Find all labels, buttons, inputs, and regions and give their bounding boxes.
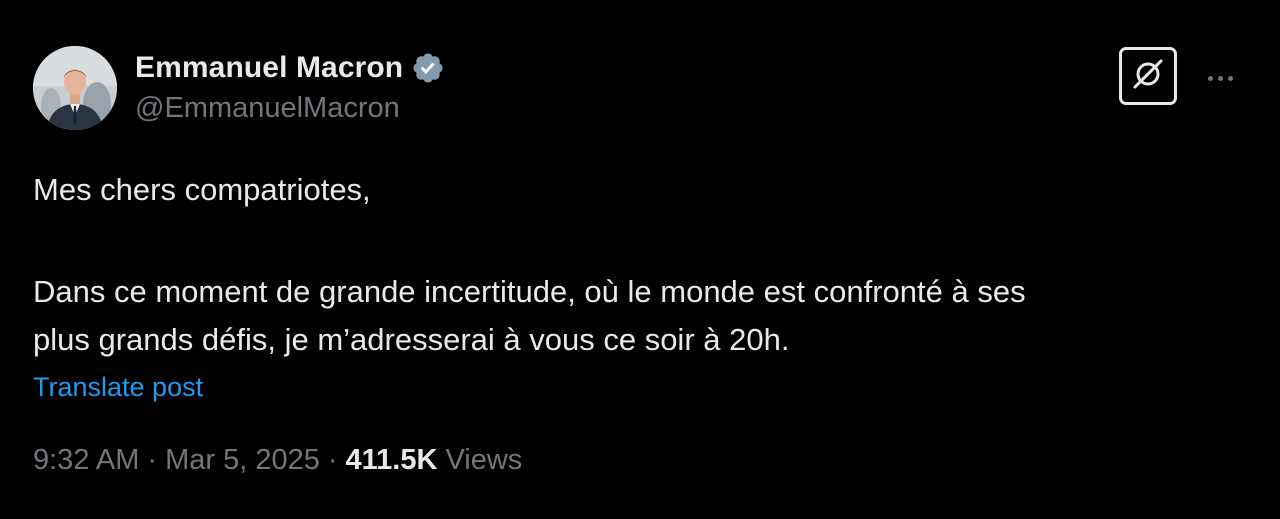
author-handle[interactable]: @EmmanuelMacron xyxy=(135,92,400,125)
meta-separator: · xyxy=(147,444,158,476)
grok-button[interactable] xyxy=(1119,47,1177,105)
grok-icon xyxy=(1130,56,1166,97)
verified-badge-icon[interactable] xyxy=(411,51,445,85)
more-options-icon-dot xyxy=(1227,75,1233,81)
post-meta: 9:32 AM · Mar 5, 2025 · 411.5K Views xyxy=(33,444,522,477)
post-card: Emmanuel Macron @EmmanuelMacron Mes cher… xyxy=(0,0,1280,519)
views-label: Views xyxy=(445,444,523,476)
author-display-name[interactable]: Emmanuel Macron xyxy=(135,51,403,85)
post-text-greeting: Mes chers compatriotes, xyxy=(33,172,371,207)
post-text-line: Dans ce moment de grande incertitude, où… xyxy=(33,274,1026,309)
post-date[interactable]: Mar 5, 2025 xyxy=(165,444,320,477)
avatar-image xyxy=(33,46,117,130)
meta-separator: · xyxy=(327,444,338,476)
more-options-icon xyxy=(1207,75,1213,81)
translate-post-link[interactable]: Translate post xyxy=(33,372,203,403)
post-text-line: plus grands défis, je m’adresserai à vou… xyxy=(33,322,790,357)
author-name-row: Emmanuel Macron xyxy=(135,50,445,86)
more-options-icon-dot xyxy=(1217,75,1223,81)
views-count: 411.5K xyxy=(345,444,438,476)
post-time[interactable]: 9:32 AM xyxy=(33,444,139,477)
more-options-button[interactable] xyxy=(1196,60,1244,96)
author-avatar[interactable] xyxy=(33,46,117,130)
